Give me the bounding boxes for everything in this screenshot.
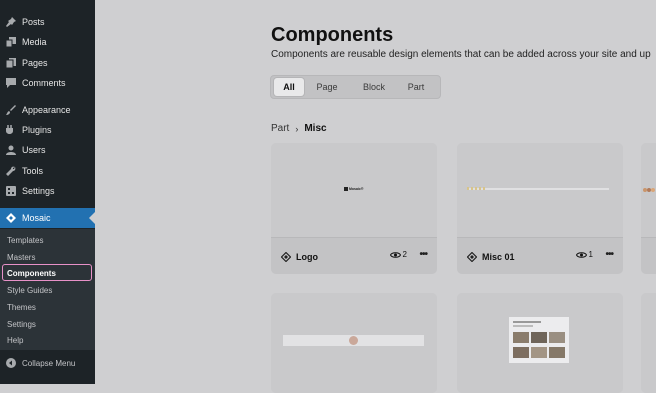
tab-block[interactable]: Block <box>354 78 394 96</box>
main-content: Components Components are reusable desig… <box>95 0 656 393</box>
menu-label: Pages <box>22 58 48 68</box>
submenu-item-components[interactable]: Components <box>0 264 95 281</box>
menu-label: Media <box>22 37 47 47</box>
menu-item-tools[interactable]: Tools <box>0 161 95 181</box>
preview-avatar <box>349 336 358 345</box>
menu-item-mosaic[interactable]: Mosaic <box>0 208 95 228</box>
tab-all[interactable]: All <box>274 78 304 96</box>
submenu-item-masters[interactable]: Masters <box>0 249 95 265</box>
logo-preview: Mosaic® <box>344 187 363 191</box>
preview-avatars <box>643 188 655 192</box>
brush-icon <box>6 105 16 115</box>
diamond-icon <box>6 213 16 223</box>
card-name: Misc 01 <box>482 251 515 262</box>
component-card[interactable]: Misc 01 1 ••• <box>457 143 623 274</box>
component-diamond-icon <box>467 251 477 262</box>
media-icon <box>6 37 16 47</box>
pin-icon <box>6 17 16 27</box>
menu-label: Users <box>22 145 46 155</box>
usage-count[interactable]: 1 <box>575 250 593 259</box>
card-preview <box>641 143 656 237</box>
card-footer <box>641 237 656 274</box>
card-preview <box>641 293 656 393</box>
more-options-icon[interactable]: ••• <box>419 249 427 260</box>
menu-item-media[interactable]: Media <box>0 32 95 52</box>
menu-label: Settings <box>22 186 55 196</box>
eye-icon <box>389 251 401 259</box>
breadcrumb-parent[interactable]: Part <box>271 123 289 134</box>
menu-item-plugins[interactable]: Plugins <box>0 120 95 140</box>
menu-item-settings[interactable]: Settings <box>0 181 95 201</box>
menu-item-users[interactable]: Users <box>0 140 95 160</box>
submenu-item-themes[interactable]: Themes <box>0 299 95 315</box>
comment-icon <box>6 78 16 88</box>
pages-icon <box>6 58 16 68</box>
plugin-icon <box>6 125 16 135</box>
card-preview <box>271 293 437 393</box>
card-footer: Logo 2 ••• <box>271 237 437 274</box>
submenu-item-templates[interactable]: Templates <box>0 232 95 248</box>
filter-tabs: All Page Block Part <box>270 75 441 99</box>
logo-preview-text: Mosaic® <box>349 187 364 191</box>
menu-item-posts[interactable]: Posts <box>0 12 95 32</box>
component-card[interactable] <box>457 293 623 393</box>
menu-label: Plugins <box>22 125 52 135</box>
tab-page[interactable]: Page <box>309 78 345 96</box>
menu-label: Appearance <box>22 105 71 115</box>
component-diamond-icon <box>281 251 291 262</box>
menu-label: Mosaic <box>22 213 51 223</box>
usage-count-value: 1 <box>588 250 593 259</box>
card-preview <box>457 143 623 237</box>
eye-icon <box>575 251 587 259</box>
usage-count-value: 2 <box>402 250 407 259</box>
card-preview <box>457 293 623 393</box>
submenu-label: Components <box>7 268 56 278</box>
preview-dots <box>467 187 487 190</box>
component-card[interactable]: Mosaic® Logo 2 ••• <box>271 143 437 274</box>
submenu-item-style-guides[interactable]: Style Guides <box>0 282 95 298</box>
user-icon <box>6 145 16 155</box>
tab-part[interactable]: Part <box>399 78 433 96</box>
settings-icon <box>6 186 16 196</box>
preview-page <box>509 317 569 363</box>
usage-count[interactable]: 2 <box>389 250 407 259</box>
collapse-menu-button[interactable]: Collapse Menu <box>0 353 95 373</box>
menu-label: Posts <box>22 17 45 27</box>
more-options-icon[interactable]: ••• <box>605 249 613 260</box>
menu-item-appearance[interactable]: Appearance <box>0 100 95 120</box>
page-title: Components <box>271 24 394 46</box>
menu-label: Comments <box>22 78 66 88</box>
menu-item-pages[interactable]: Pages <box>0 53 95 73</box>
page-subtitle: Components are reusable design elements … <box>271 49 651 60</box>
card-name: Logo <box>296 251 318 262</box>
card-preview: Mosaic® <box>271 143 437 237</box>
menu-item-comments[interactable]: Comments <box>0 73 95 93</box>
component-card-partial[interactable] <box>641 293 656 393</box>
collapse-label: Collapse Menu <box>22 358 76 368</box>
admin-sidebar: Posts Media Pages Comments Appearance Pl… <box>0 0 95 384</box>
component-card[interactable] <box>271 293 437 393</box>
collapse-arrow-icon <box>6 358 16 368</box>
card-footer: Misc 01 1 ••• <box>457 237 623 274</box>
breadcrumb-current: Misc <box>304 123 327 134</box>
breadcrumb: Part › Misc <box>271 123 327 134</box>
submenu-item-settings[interactable]: Settings <box>0 316 95 332</box>
submenu-item-help[interactable]: Help <box>0 332 95 348</box>
chevron-right-icon: › <box>295 123 299 134</box>
logo-mark-icon <box>344 187 348 191</box>
preview-strip <box>467 188 609 190</box>
component-card-partial[interactable] <box>641 143 656 274</box>
mosaic-submenu: Templates Masters Components Style Guide… <box>0 229 95 350</box>
preview-banner <box>283 335 424 346</box>
menu-label: Tools <box>22 166 44 176</box>
wrench-icon <box>6 166 16 176</box>
